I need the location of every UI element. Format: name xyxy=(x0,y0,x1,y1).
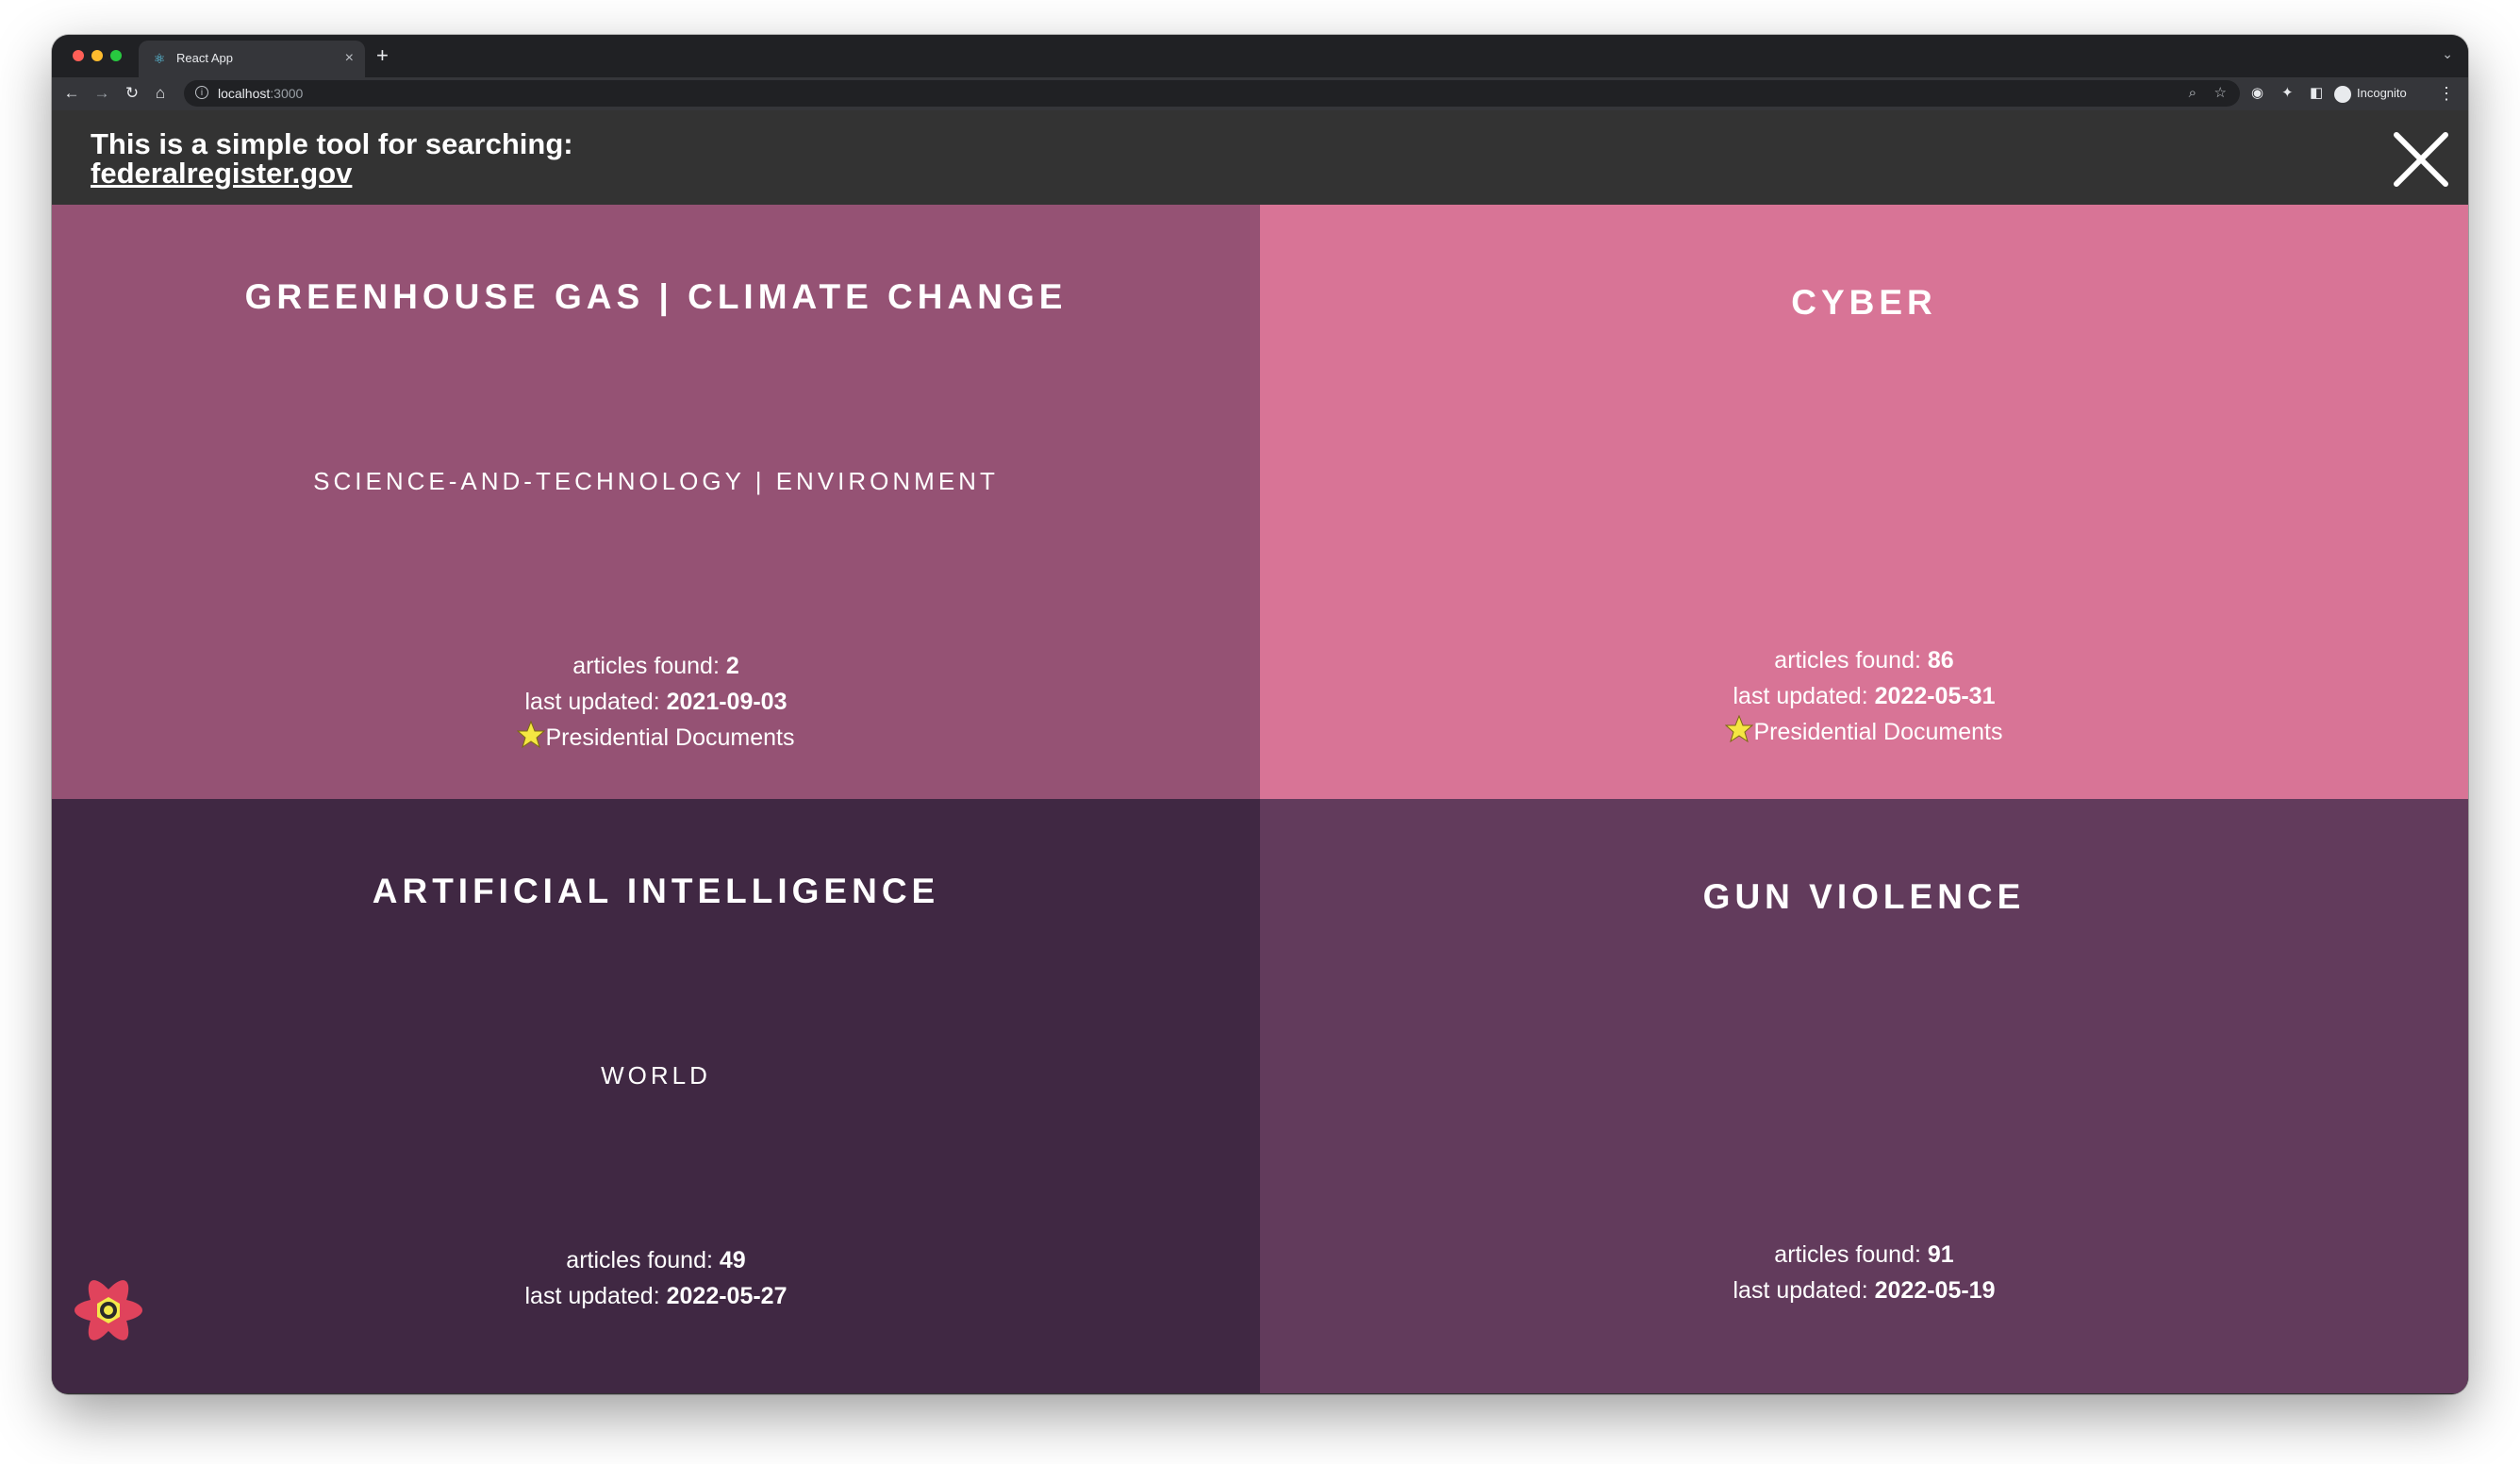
side-panel-icon[interactable]: ◧ xyxy=(2310,85,2323,102)
topic-card-greenhouse-gas[interactable]: GREENHOUSE GAS | CLIMATE CHANGE SCIENCE-… xyxy=(52,205,1260,799)
articles-found-value: 49 xyxy=(719,1247,746,1273)
forward-arrow-icon[interactable]: → xyxy=(91,83,112,104)
app-page: This is a simple tool for searching: fed… xyxy=(52,110,2468,1394)
last-updated-line: last updated: 2021-09-03 xyxy=(52,684,1260,720)
card-stats: articles found: 91 last updated: 2022-05… xyxy=(1260,1237,2468,1308)
extensions-puzzle-icon[interactable]: ✦ xyxy=(2281,85,2294,102)
new-tab-button[interactable]: + xyxy=(376,44,389,67)
card-title: CYBER xyxy=(1791,283,1937,322)
tab-close-icon[interactable]: × xyxy=(345,49,354,68)
card-subtitle: WORLD xyxy=(601,1061,711,1090)
star-icon xyxy=(517,721,546,749)
extension-circle-icon[interactable]: ◉ xyxy=(2251,85,2263,102)
card-title: GREENHOUSE GAS | CLIMATE CHANGE xyxy=(244,277,1068,316)
articles-found-label: articles found: xyxy=(1774,1241,1928,1268)
articles-found-line: articles found: 49 xyxy=(52,1242,1260,1278)
browser-toolbar: ← → ↻ ⌂ i localhost:3000 ⌕ ☆ ◉ ✦ ◧ Incog… xyxy=(52,77,2468,110)
articles-found-value: 86 xyxy=(1927,647,1954,674)
incognito-avatar-icon xyxy=(2334,85,2351,103)
articles-found-value: 91 xyxy=(1927,1241,1954,1268)
topic-card-gun-violence[interactable]: GUN VIOLENCE articles found: 91 last upd… xyxy=(1260,799,2468,1393)
url-port: :3000 xyxy=(270,86,304,101)
topic-card-cyber[interactable]: CYBER articles found: 86 last updated: 2… xyxy=(1260,205,2468,799)
presidential-documents-label: Presidential Documents xyxy=(545,724,795,751)
card-title: ARTIFICIAL INTELLIGENCE xyxy=(372,872,940,910)
incognito-label: Incognito xyxy=(2357,86,2407,100)
home-icon[interactable]: ⌂ xyxy=(150,83,171,104)
browser-menu-icon[interactable]: ⋮ xyxy=(2438,83,2455,104)
react-favicon-icon: ⚛ xyxy=(153,51,166,66)
tab-title: React App xyxy=(176,51,233,65)
card-stats: articles found: 2 last updated: 2021-09-… xyxy=(52,648,1260,756)
react-dev-tools-icon[interactable] xyxy=(71,1273,146,1348)
card-stats: articles found: 49 last updated: 2022-05… xyxy=(52,1242,1260,1314)
url-text[interactable]: localhost:3000 xyxy=(218,86,303,101)
app-header: This is a simple tool for searching: fed… xyxy=(52,110,2468,205)
tab-strip: ⚛ React App × + ⌄ xyxy=(52,35,2468,77)
card-title: GUN VIOLENCE xyxy=(1702,877,2026,916)
articles-found-label: articles found: xyxy=(572,653,726,679)
federalregister-link[interactable]: federalregister.gov xyxy=(91,158,352,189)
last-updated-value: 2022-05-27 xyxy=(666,1283,788,1309)
articles-found-label: articles found: xyxy=(566,1247,720,1273)
back-arrow-icon[interactable]: ← xyxy=(61,83,82,104)
last-updated-value: 2021-09-03 xyxy=(666,689,788,715)
star-icon xyxy=(1725,715,1754,743)
reload-icon[interactable]: ↻ xyxy=(122,83,142,104)
last-updated-value: 2022-05-31 xyxy=(1874,683,1996,709)
topic-card-artificial-intelligence[interactable]: ARTIFICIAL INTELLIGENCE WORLD articles f… xyxy=(52,799,1260,1393)
close-icon[interactable] xyxy=(2391,129,2451,190)
browser-tab[interactable]: ⚛ React App × xyxy=(139,41,365,77)
last-updated-value: 2022-05-19 xyxy=(1874,1277,1996,1304)
incognito-profile-button[interactable]: Incognito xyxy=(2334,83,2407,104)
card-subtitle: SCIENCE-AND-TECHNOLOGY | ENVIRONMENT xyxy=(313,467,999,495)
zoom-icon[interactable]: ⌕ xyxy=(2189,85,2197,102)
last-updated-label: last updated: xyxy=(1732,1277,1875,1304)
presidential-documents-badge: Presidential Documents xyxy=(517,720,795,756)
site-info-icon[interactable]: i xyxy=(195,86,208,99)
close-window-button[interactable] xyxy=(73,50,84,61)
last-updated-line: last updated: 2022-05-31 xyxy=(1260,678,2468,714)
url-host: localhost xyxy=(218,86,271,101)
last-updated-label: last updated: xyxy=(1732,683,1875,709)
last-updated-line: last updated: 2022-05-19 xyxy=(1260,1273,2468,1308)
header-title: This is a simple tool for searching: xyxy=(91,127,573,160)
bookmark-star-icon[interactable]: ☆ xyxy=(2214,85,2227,102)
articles-found-line: articles found: 2 xyxy=(52,648,1260,684)
articles-found-line: articles found: 91 xyxy=(1260,1237,2468,1273)
articles-found-label: articles found: xyxy=(1774,647,1928,674)
presidential-documents-label: Presidential Documents xyxy=(1753,719,2003,745)
topic-grid: GREENHOUSE GAS | CLIMATE CHANGE SCIENCE-… xyxy=(52,205,2468,1394)
maximize-window-button[interactable] xyxy=(110,50,122,61)
presidential-documents-badge: Presidential Documents xyxy=(1725,714,2003,750)
last-updated-line: last updated: 2022-05-27 xyxy=(52,1278,1260,1314)
minimize-window-button[interactable] xyxy=(91,50,103,61)
articles-found-line: articles found: 86 xyxy=(1260,642,2468,678)
address-bar[interactable]: i localhost:3000 ⌕ ☆ xyxy=(184,80,2240,107)
articles-found-value: 2 xyxy=(725,653,739,679)
tab-search-chevron-icon[interactable]: ⌄ xyxy=(2442,46,2453,62)
last-updated-label: last updated: xyxy=(524,689,667,715)
card-stats: articles found: 86 last updated: 2022-05… xyxy=(1260,642,2468,750)
last-updated-label: last updated: xyxy=(524,1283,667,1309)
browser-window: ⚛ React App × + ⌄ ← → ↻ ⌂ i localhost:30… xyxy=(52,35,2468,1394)
